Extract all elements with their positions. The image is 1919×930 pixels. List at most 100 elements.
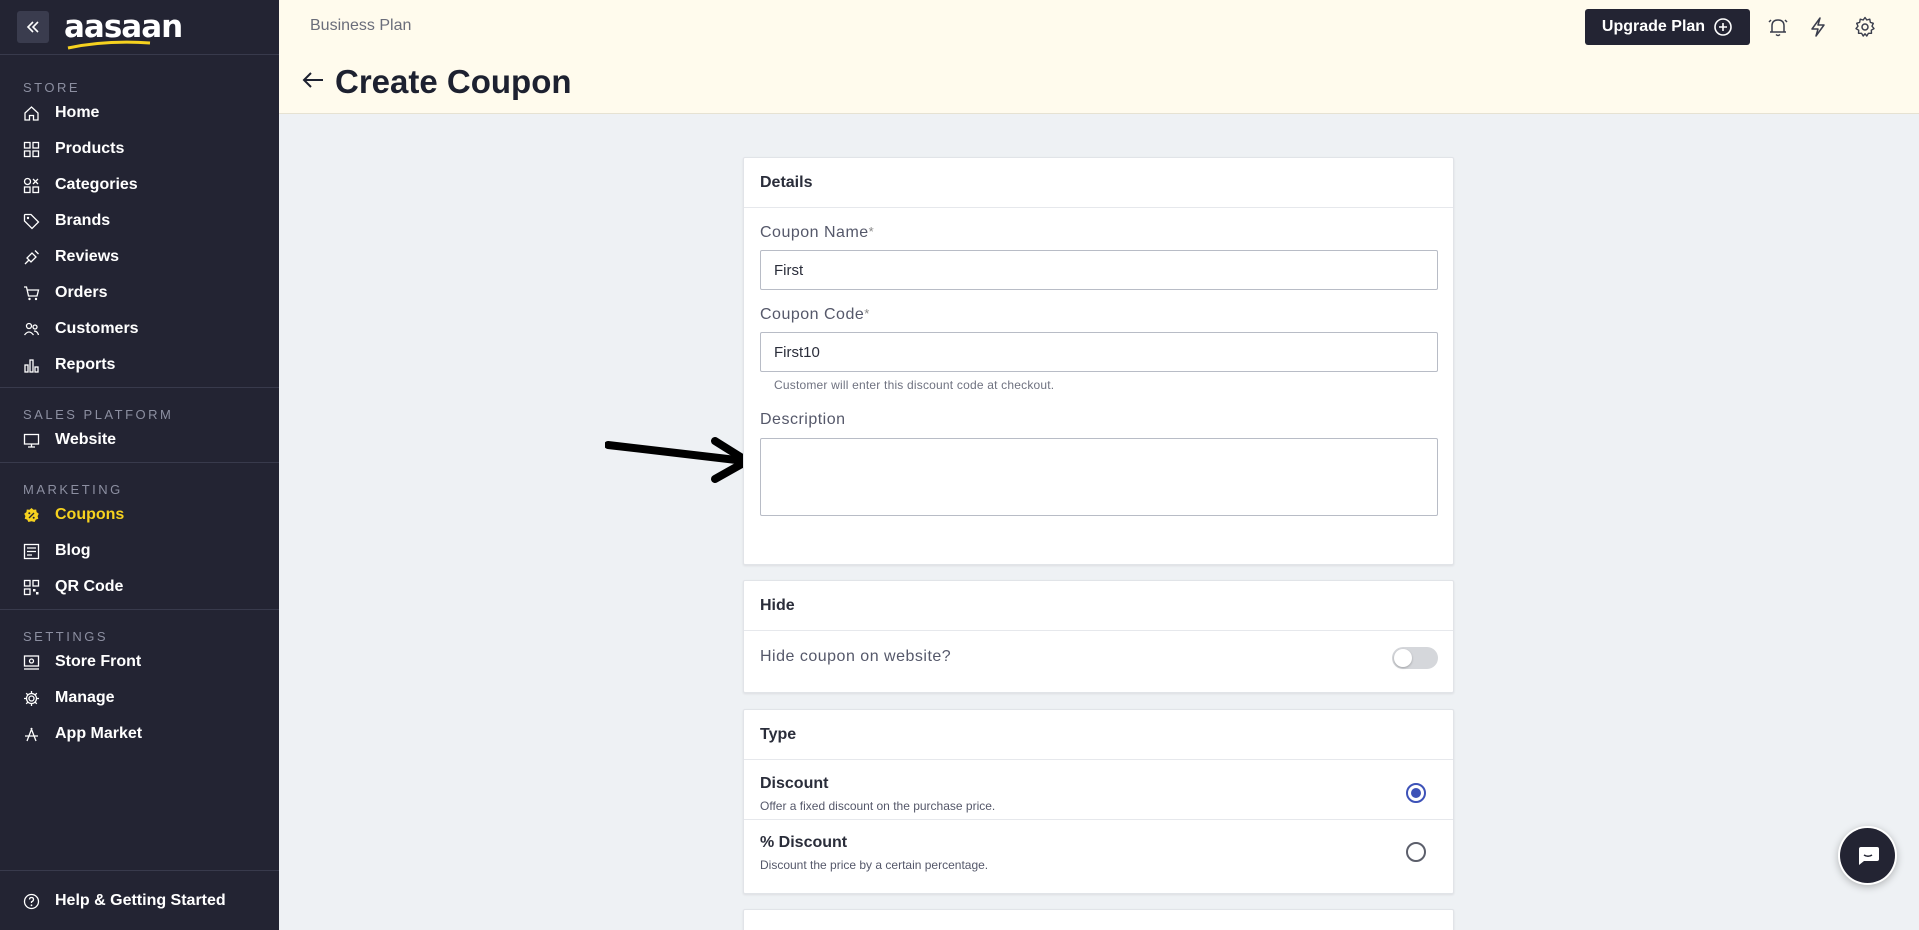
home-icon bbox=[23, 105, 40, 122]
coupon-code-input[interactable] bbox=[760, 332, 1438, 372]
bell-icon[interactable] bbox=[1767, 16, 1789, 38]
coupon-name-label-text: Coupon Name bbox=[760, 224, 869, 241]
sidebar-item-home[interactable]: Home bbox=[0, 95, 279, 131]
back-arrow-icon[interactable] bbox=[301, 70, 325, 90]
app-market-icon bbox=[23, 726, 40, 743]
sidebar-item-label: Store Front bbox=[55, 653, 142, 670]
coupon-name-label: Coupon Name* bbox=[760, 224, 874, 242]
sidebar-item-label: Products bbox=[55, 140, 125, 157]
help-icon bbox=[23, 893, 40, 910]
breadcrumb[interactable]: Business Plan bbox=[310, 17, 411, 35]
required-mark: * bbox=[864, 306, 870, 321]
sidebar-item-blog[interactable]: Blog bbox=[0, 533, 279, 569]
coupon-code-hint: Customer will enter this discount code a… bbox=[774, 378, 1055, 392]
sidebar-heading: SALES PLATFORM bbox=[23, 407, 174, 422]
shapes-icon bbox=[23, 177, 40, 194]
coupon-name-input[interactable] bbox=[760, 250, 1438, 290]
type-option-percent-discount[interactable]: % Discount Discount the price by a certa… bbox=[744, 820, 1453, 879]
sidebar-heading: SETTINGS bbox=[23, 629, 109, 644]
page-header: Business Plan Create Coupon Upgrade Plan bbox=[279, 0, 1919, 114]
sidebar-item-reports[interactable]: Reports bbox=[0, 347, 279, 383]
coupon-badge-icon bbox=[23, 507, 40, 524]
logo-swoosh-icon bbox=[67, 40, 151, 49]
toggle-knob bbox=[1394, 649, 1412, 667]
blog-icon bbox=[23, 543, 40, 560]
sidebar-item-store-front[interactable]: Store Front bbox=[0, 644, 279, 680]
chat-widget-inner bbox=[1840, 828, 1895, 883]
annotation-arrow-icon bbox=[605, 437, 751, 483]
coupon-code-label: Coupon Code* bbox=[760, 306, 870, 324]
hide-coupon-toggle[interactable] bbox=[1392, 647, 1438, 669]
sidebar-item-app-market[interactable]: App Market bbox=[0, 716, 279, 752]
sidebar-item-website[interactable]: Website bbox=[0, 422, 279, 458]
grid-icon bbox=[23, 141, 40, 158]
sidebar-item-label: Home bbox=[55, 104, 100, 121]
upgrade-plan-button[interactable]: Upgrade Plan bbox=[1585, 9, 1750, 45]
sidebar-item-label: Reviews bbox=[55, 248, 120, 265]
type-option-title: % Discount bbox=[760, 834, 848, 851]
lightning-icon[interactable] bbox=[1807, 16, 1829, 38]
sidebar-item-qr-code[interactable]: QR Code bbox=[0, 569, 279, 605]
reviews-icon bbox=[23, 249, 40, 266]
settings-gear-icon[interactable] bbox=[1854, 16, 1876, 38]
next-card bbox=[743, 909, 1454, 930]
required-mark: * bbox=[868, 224, 875, 239]
brand-logo[interactable]: aasaan bbox=[64, 11, 183, 49]
sidebar-header: aasaan bbox=[0, 0, 279, 55]
cart-icon bbox=[23, 285, 40, 302]
sidebar: aasaan STORE Home Products Categories Br… bbox=[0, 0, 279, 930]
chevrons-left-icon bbox=[26, 21, 39, 33]
sidebar-item-label: Orders bbox=[55, 284, 108, 301]
sidebar-item-categories[interactable]: Categories bbox=[0, 167, 279, 203]
sidebar-item-products[interactable]: Products bbox=[0, 131, 279, 167]
sidebar-heading: MARKETING bbox=[23, 482, 123, 497]
type-option-desc: Discount the price by a certain percenta… bbox=[760, 858, 989, 872]
type-option-title: Discount bbox=[760, 775, 829, 792]
chat-widget-button[interactable] bbox=[1838, 826, 1897, 885]
hide-heading: Hide bbox=[744, 581, 1453, 631]
type-card: Type Discount Offer a fixed discount on … bbox=[743, 709, 1454, 894]
sidebar-item-orders[interactable]: Orders bbox=[0, 275, 279, 311]
sidebar-item-label: Brands bbox=[55, 212, 111, 229]
sidebar-section-sales-platform: SALES PLATFORM Website bbox=[0, 388, 279, 463]
qr-code-icon bbox=[23, 579, 40, 596]
hide-card: Hide Hide coupon on website? bbox=[743, 580, 1454, 693]
hide-coupon-label: Hide coupon on website? bbox=[760, 648, 952, 665]
discount-radio[interactable] bbox=[1406, 783, 1426, 803]
sidebar-item-manage[interactable]: Manage bbox=[0, 680, 279, 716]
type-option-discount[interactable]: Discount Offer a fixed discount on the p… bbox=[744, 761, 1453, 820]
sidebar-item-label: Reports bbox=[55, 356, 116, 373]
sidebar-footer: Help & Getting Started bbox=[0, 870, 279, 930]
users-icon bbox=[23, 321, 40, 338]
chat-bubble-icon bbox=[1858, 846, 1879, 865]
sidebar-section-marketing: MARKETING Coupons Blog QR Code bbox=[0, 463, 279, 610]
monitor-icon bbox=[23, 432, 40, 449]
type-heading: Type bbox=[744, 710, 1453, 760]
sidebar-item-label: Website bbox=[55, 431, 117, 448]
percent-discount-radio[interactable] bbox=[1406, 842, 1426, 862]
sidebar-item-label: Customers bbox=[55, 320, 139, 337]
tag-icon bbox=[23, 213, 40, 230]
sidebar-item-customers[interactable]: Customers bbox=[0, 311, 279, 347]
type-option-desc: Offer a fixed discount on the purchase p… bbox=[760, 799, 996, 813]
description-textarea[interactable] bbox=[760, 438, 1438, 516]
storefront-icon bbox=[23, 654, 40, 671]
sidebar-section-settings: SETTINGS Store Front Manage App Market bbox=[0, 610, 279, 756]
details-heading: Details bbox=[744, 158, 1453, 208]
sidebar-item-coupons[interactable]: Coupons bbox=[0, 497, 279, 533]
sidebar-footer-label: Help & Getting Started bbox=[55, 892, 226, 909]
sidebar-item-reviews[interactable]: Reviews bbox=[0, 239, 279, 275]
sidebar-item-label: QR Code bbox=[55, 578, 124, 595]
description-label: Description bbox=[760, 411, 846, 428]
plus-circle-icon bbox=[1714, 18, 1732, 36]
sidebar-item-label: App Market bbox=[55, 725, 143, 742]
coupon-code-label-text: Coupon Code bbox=[760, 306, 865, 323]
details-card: Details Coupon Name* Coupon Code* Custom… bbox=[743, 157, 1454, 565]
sidebar-section-store: STORE Home Products Categories Brands Re… bbox=[0, 55, 279, 388]
bar-chart-icon bbox=[23, 357, 40, 374]
sidebar-item-label: Coupons bbox=[55, 506, 125, 523]
sidebar-item-label: Manage bbox=[55, 689, 115, 706]
help-getting-started-link[interactable]: Help & Getting Started bbox=[0, 871, 279, 930]
collapse-sidebar-button[interactable] bbox=[17, 11, 49, 43]
sidebar-item-brands[interactable]: Brands bbox=[0, 203, 279, 239]
